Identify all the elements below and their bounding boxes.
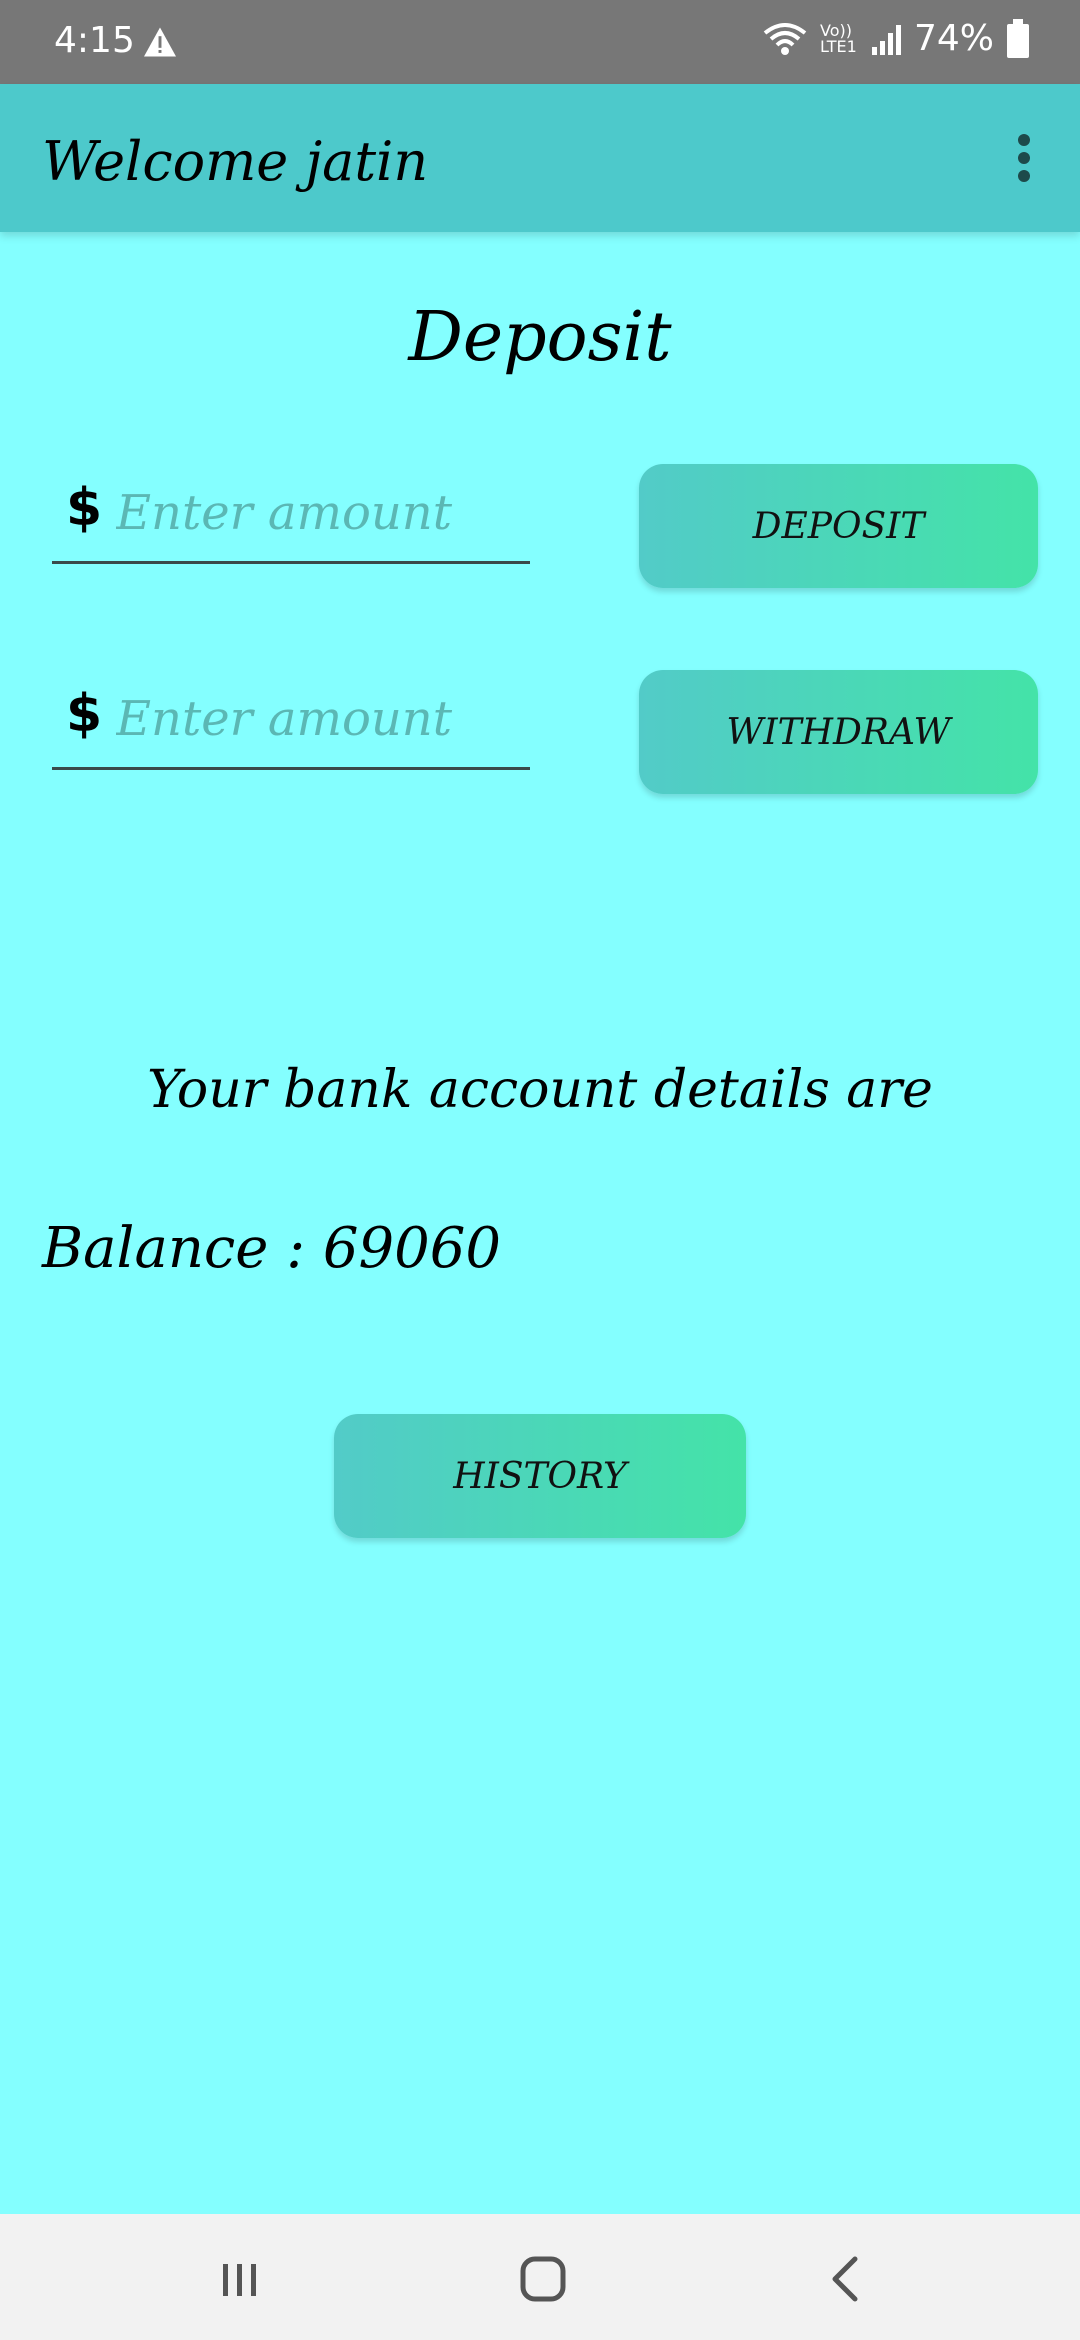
app-title: Welcome jatin (42, 130, 429, 193)
warning-icon (144, 27, 176, 57)
account-details-heading: Your bank account details are (147, 1060, 933, 1120)
deposit-amount-input[interactable] (114, 472, 518, 554)
wifi-icon (763, 22, 807, 55)
network-label: Vo)) LTE1 (819, 20, 857, 56)
withdraw-amount-field: $ (52, 670, 530, 770)
deposit-amount-field: $ (52, 464, 530, 564)
home-icon[interactable] (508, 2244, 578, 2314)
app-bar: Welcome jatin (0, 84, 1080, 232)
status-icons: Vo)) LTE1 74% (762, 18, 1030, 59)
balance-label: Balance : 69060 (42, 1216, 502, 1281)
status-bar: 4:15 Vo)) LTE1 74% (0, 0, 1080, 84)
navigation-bar (0, 2214, 1080, 2340)
history-button[interactable]: HISTORY (334, 1414, 746, 1538)
back-icon[interactable] (810, 2244, 880, 2314)
battery-icon (1007, 18, 1029, 58)
dollar-icon: $ (66, 478, 103, 538)
signal-icon (871, 24, 901, 55)
deposit-button[interactable]: DEPOSIT (639, 464, 1038, 588)
withdraw-amount-input[interactable] (114, 678, 518, 760)
battery-percent: 74% (913, 18, 994, 59)
page-title: Deposit (408, 298, 672, 377)
status-time: 4:15 (54, 20, 135, 61)
dollar-icon: $ (66, 684, 103, 744)
more-vert-icon[interactable] (1012, 134, 1036, 184)
recents-icon[interactable] (205, 2244, 275, 2314)
withdraw-button[interactable]: WITHDRAW (639, 670, 1038, 794)
